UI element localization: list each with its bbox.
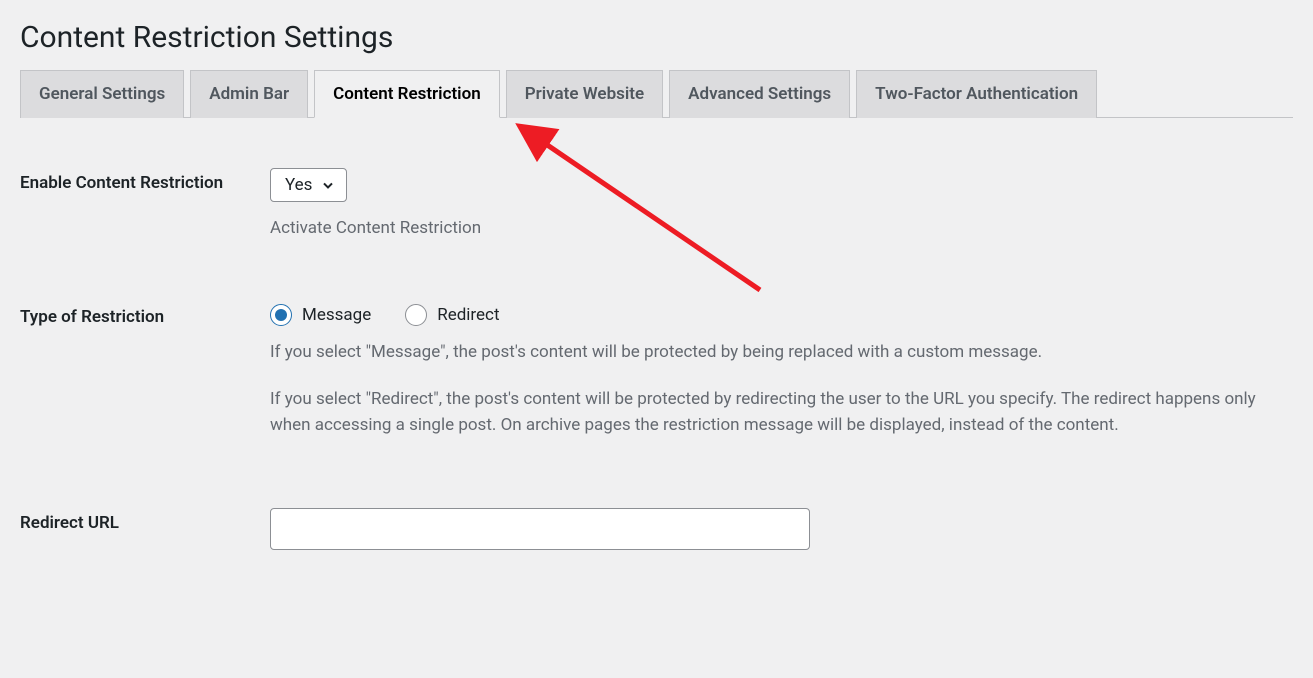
enable-description: Activate Content Restriction (270, 216, 1290, 242)
radio-icon (270, 304, 292, 326)
tab-general-settings[interactable]: General Settings (20, 70, 184, 118)
redirect-url-input[interactable] (270, 508, 810, 550)
tab-content-restriction[interactable]: Content Restriction (314, 70, 500, 118)
tab-private-website[interactable]: Private Website (506, 70, 663, 118)
redirect-url-label: Redirect URL (20, 508, 270, 536)
tab-admin-bar[interactable]: Admin Bar (190, 70, 308, 118)
type-description-message: If you select "Message", the post's cont… (270, 340, 1290, 366)
settings-tabs: General Settings Admin Bar Content Restr… (20, 70, 1293, 118)
enable-content-restriction-label: Enable Content Restriction (20, 168, 270, 196)
enable-select-value: Yes (285, 175, 312, 195)
type-description-redirect: If you select "Redirect", the post's con… (270, 387, 1290, 438)
tab-two-factor-auth[interactable]: Two-Factor Authentication (856, 70, 1097, 118)
settings-form: Enable Content Restriction Yes Activate … (20, 148, 1293, 570)
type-of-restriction-label: Type of Restriction (20, 302, 270, 330)
enable-content-restriction-select[interactable]: Yes (270, 168, 347, 202)
page-title: Content Restriction Settings (20, 0, 1293, 70)
radio-redirect-label: Redirect (437, 305, 499, 325)
radio-message-label: Message (302, 305, 371, 325)
radio-icon (405, 304, 427, 326)
tab-advanced-settings[interactable]: Advanced Settings (669, 70, 850, 118)
restriction-type-message-radio[interactable]: Message (270, 304, 371, 326)
restriction-type-redirect-radio[interactable]: Redirect (405, 304, 499, 326)
chevron-down-icon (320, 177, 336, 193)
